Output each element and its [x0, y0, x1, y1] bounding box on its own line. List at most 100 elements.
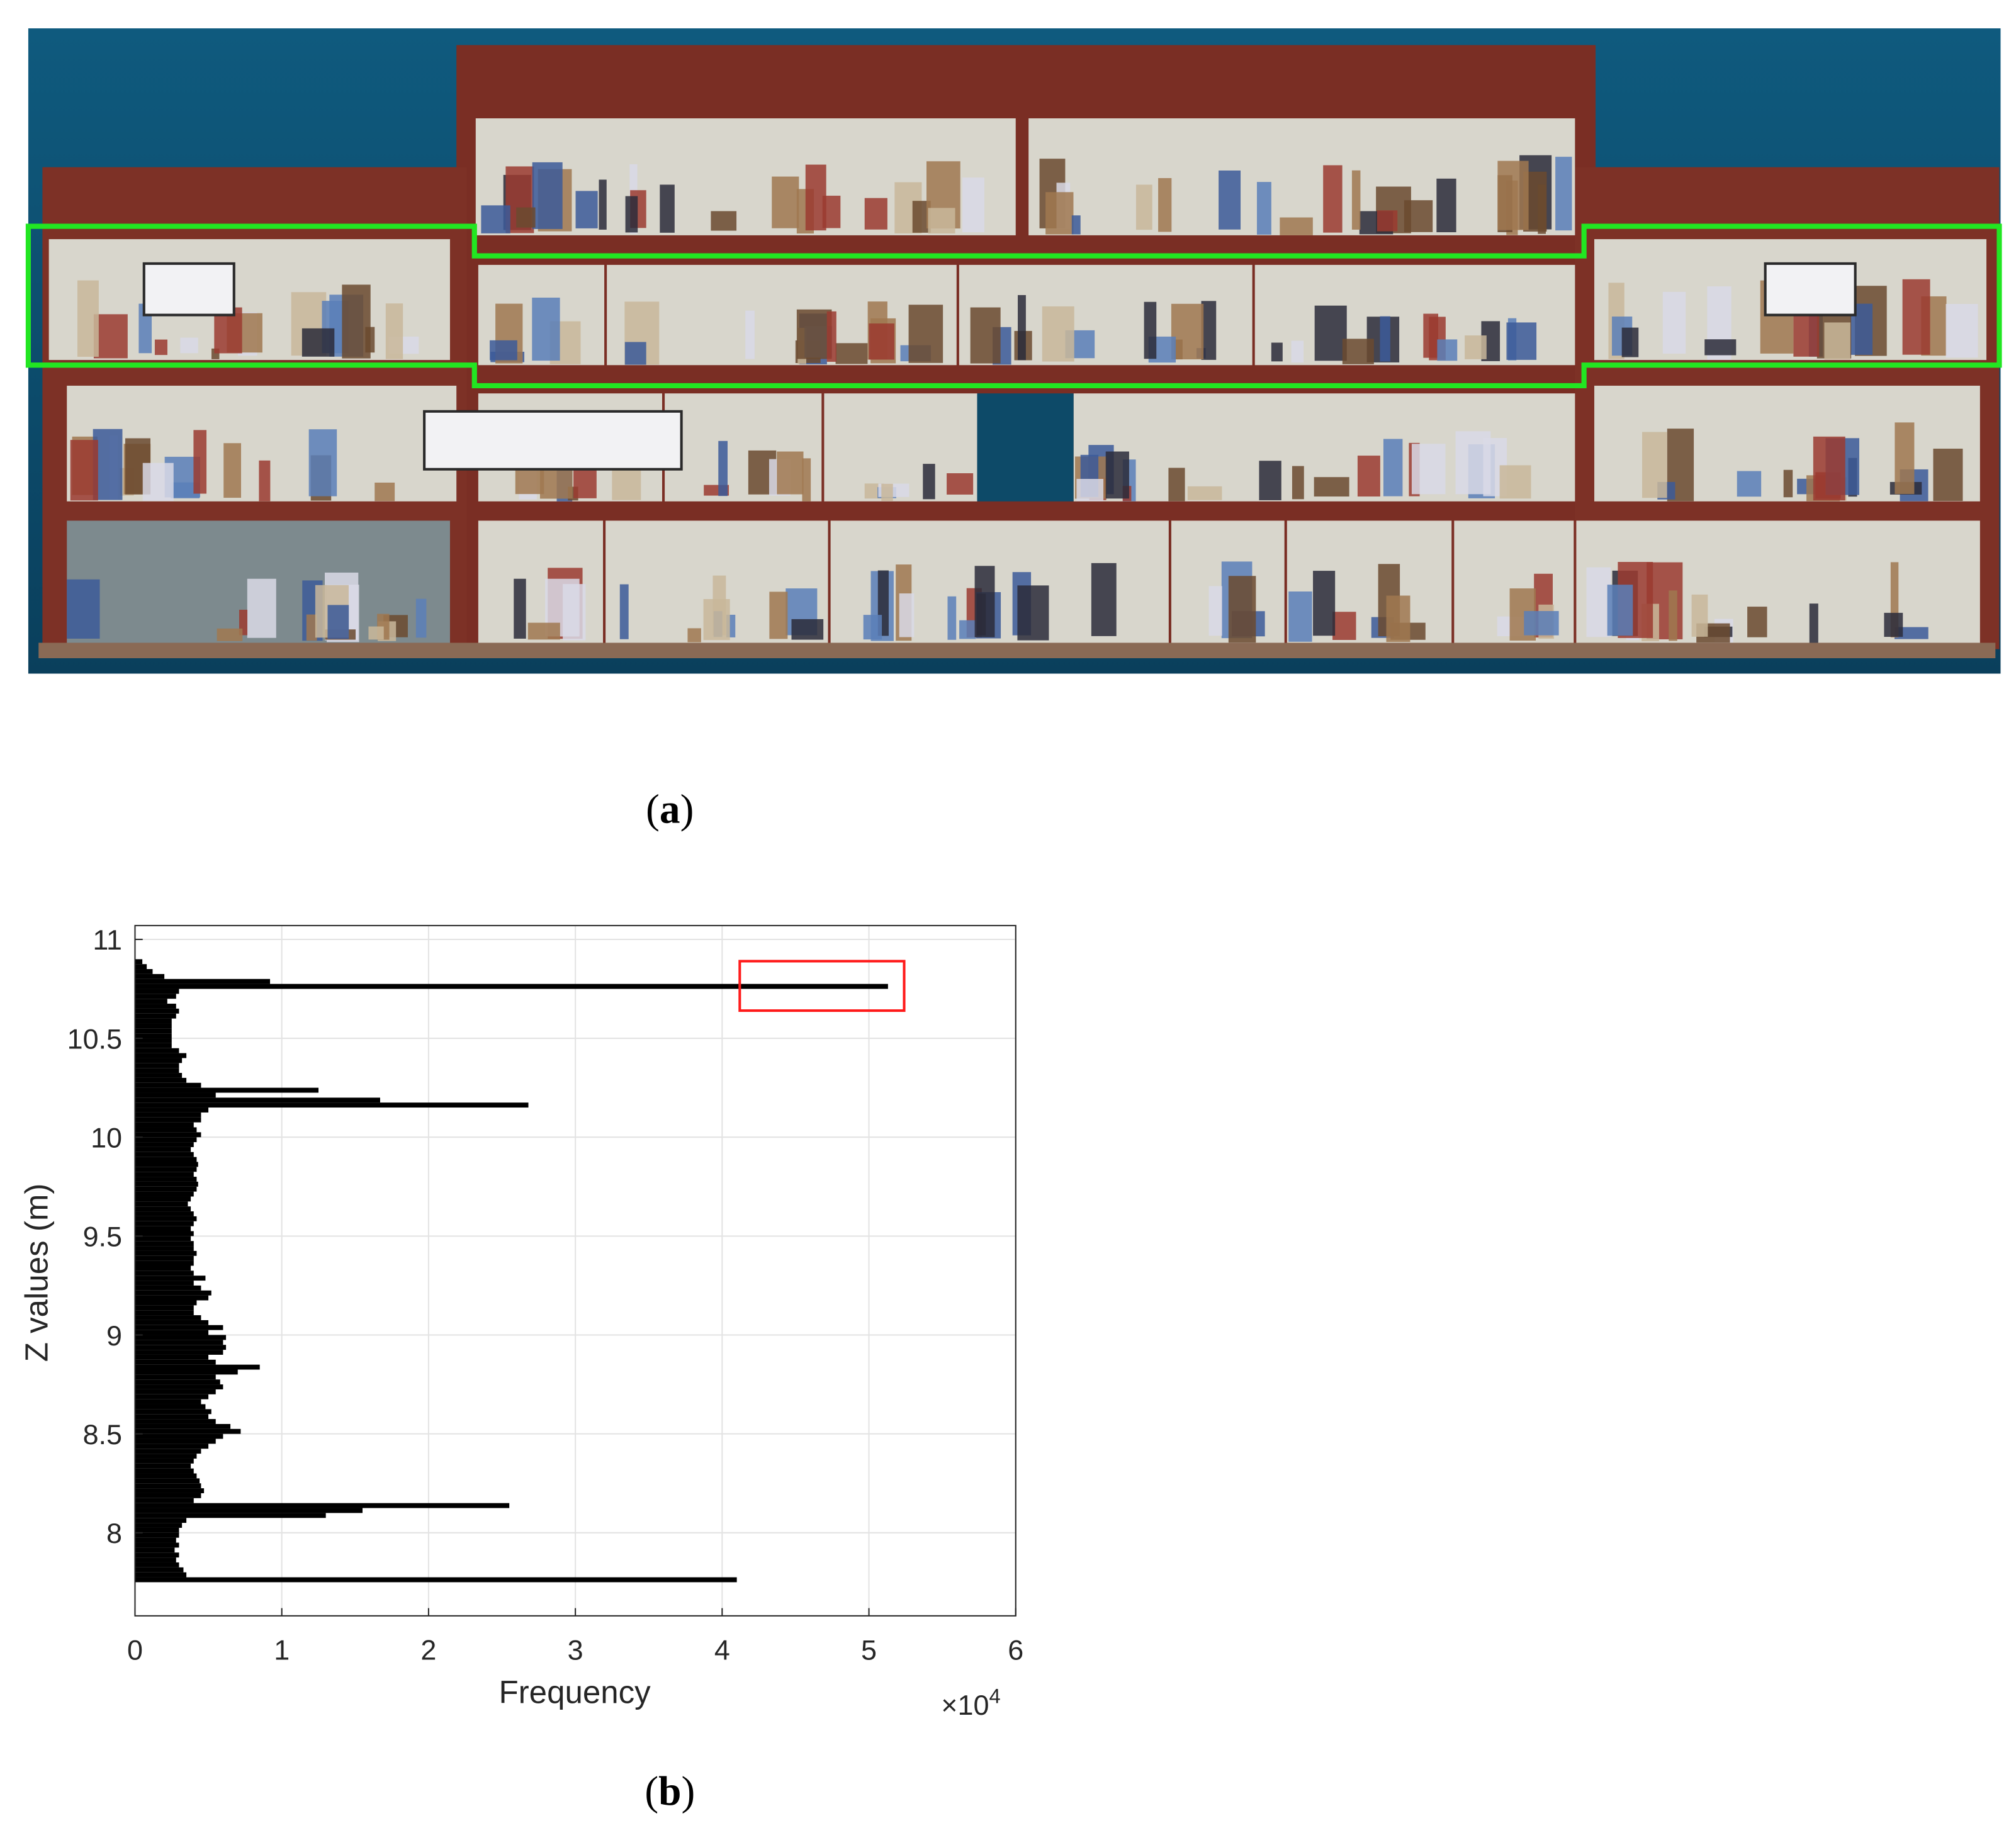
histogram-bar: [135, 1113, 201, 1118]
y-axis-label: Z values (m): [19, 1184, 55, 1362]
furniture: [909, 305, 943, 363]
histogram-bar: [135, 1023, 171, 1028]
histogram-bar: [135, 1206, 191, 1211]
histogram-bar: [135, 1236, 191, 1241]
furniture: [777, 452, 803, 495]
opening: [977, 393, 1073, 502]
histogram-bar: [135, 1102, 528, 1107]
furniture: [1737, 471, 1761, 497]
furniture: [490, 340, 517, 361]
furniture: [1437, 339, 1457, 361]
histogram-bar: [135, 1276, 205, 1281]
furniture: [687, 628, 701, 642]
furniture: [1158, 178, 1171, 232]
histogram-bar: [135, 1335, 226, 1340]
histogram-bar: [135, 1123, 193, 1128]
histogram-bar: [135, 1547, 174, 1552]
histogram-bar: [135, 1478, 200, 1483]
histogram-bar: [135, 1365, 259, 1370]
furniture: [1229, 576, 1256, 642]
histogram-bar: [135, 1523, 182, 1528]
furniture: [247, 579, 276, 638]
furniture: [806, 165, 826, 231]
whiteboard: [424, 412, 682, 469]
furniture: [1436, 179, 1456, 232]
furniture: [625, 342, 646, 364]
furniture: [67, 580, 99, 639]
furniture: [1332, 612, 1356, 640]
furniture: [864, 615, 882, 639]
furniture: [947, 473, 973, 495]
furniture: [1280, 218, 1312, 235]
histogram-bar: [135, 1374, 215, 1379]
histogram-bar: [135, 1434, 223, 1439]
histogram-bar: [135, 1474, 196, 1479]
histogram-bar: [135, 1419, 215, 1424]
histogram-bar: [135, 1543, 179, 1548]
furniture: [1219, 171, 1241, 230]
furniture: [1386, 596, 1410, 642]
histogram-bar: [135, 1028, 171, 1033]
histogram-bar: [135, 1038, 171, 1043]
furniture: [711, 211, 736, 231]
histogram-bar: [135, 1459, 193, 1464]
x-tick-label: 1: [274, 1634, 290, 1666]
histogram-bar: [135, 1157, 196, 1162]
furniture: [1106, 452, 1129, 499]
x-tick-label: 3: [568, 1634, 583, 1666]
histogram-bar: [135, 1573, 186, 1578]
histogram-bar: [135, 1557, 176, 1562]
histogram-bar: [135, 1261, 193, 1266]
histogram-bar: [135, 1177, 196, 1182]
histogram-bar: [135, 1355, 208, 1360]
furniture: [1747, 607, 1767, 637]
furniture: [576, 191, 598, 228]
histogram-bar: [135, 1488, 204, 1493]
furniture: [1903, 279, 1930, 355]
histogram-bar: [135, 1009, 179, 1014]
furniture: [386, 303, 403, 359]
histogram-bar: [135, 1226, 191, 1231]
histogram-bar: [135, 1301, 196, 1306]
furniture: [528, 623, 560, 640]
whiteboard: [1765, 264, 1856, 315]
histogram-bar: [135, 1444, 208, 1449]
furniture: [368, 627, 383, 640]
furniture: [143, 463, 174, 501]
histogram-bar: [135, 1014, 176, 1019]
histogram-bar: [135, 1241, 193, 1246]
furniture: [769, 592, 787, 639]
histogram-bar: [135, 1286, 201, 1291]
histogram-bar: [135, 1246, 193, 1251]
furniture: [1091, 563, 1117, 636]
furniture: [1358, 456, 1380, 496]
furniture: [416, 599, 427, 638]
furniture: [1323, 165, 1342, 233]
furniture: [836, 343, 868, 364]
furniture: [881, 484, 893, 501]
furniture: [1380, 317, 1390, 362]
furniture: [827, 311, 836, 362]
histogram-bar: [135, 1562, 179, 1567]
ground-slab: [38, 642, 1995, 658]
histogram-bar: [135, 1078, 186, 1083]
histogram-bar: [135, 1251, 196, 1256]
histogram-bar: [135, 1518, 186, 1523]
furniture: [1288, 592, 1312, 642]
histogram-bar: [135, 1211, 193, 1216]
histogram-bar: [135, 1270, 193, 1276]
furniture: [1663, 292, 1686, 354]
histogram-bar: [135, 1291, 211, 1296]
histogram-bar: [135, 1508, 362, 1513]
furniture: [532, 298, 560, 361]
furniture: [959, 620, 976, 639]
furniture: [1377, 210, 1397, 231]
histogram-bar: [135, 1567, 183, 1573]
furniture: [1018, 295, 1026, 360]
y-tick-label: 10.5: [67, 1023, 122, 1055]
furniture: [1622, 328, 1639, 357]
histogram-bar: [135, 1187, 196, 1192]
y-tick-label: 10: [91, 1122, 122, 1154]
histogram-bar: [135, 1330, 208, 1335]
furniture: [620, 585, 629, 639]
